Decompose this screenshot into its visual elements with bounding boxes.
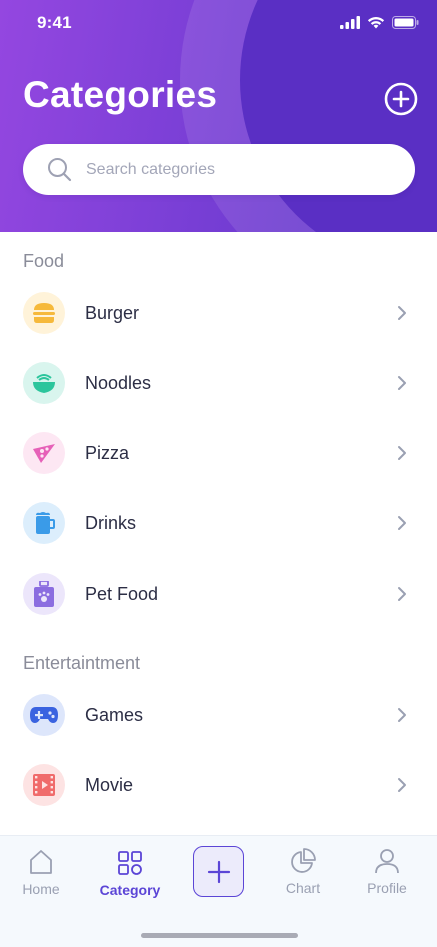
category-item-pizza[interactable]: Pizza	[0, 423, 437, 483]
battery-icon	[392, 16, 419, 29]
category-item-noodles[interactable]: Noodles	[0, 353, 437, 413]
tab-label: Category	[99, 882, 161, 898]
category-label: Movie	[85, 774, 134, 795]
category-label: Noodles	[85, 372, 152, 393]
category-label: Pizza	[85, 442, 130, 463]
burger-icon	[33, 303, 55, 323]
header: 9:41 Categories	[0, 0, 437, 232]
pizza-icon	[33, 444, 55, 463]
drink-icon	[36, 512, 55, 534]
category-item-movie[interactable]: Movie	[0, 755, 437, 815]
category-label: Games	[85, 704, 144, 725]
noodles-icon	[33, 374, 55, 393]
add-transaction-button[interactable]	[193, 846, 244, 897]
add-category-icon[interactable]	[384, 82, 418, 116]
category-label: Drinks	[85, 512, 137, 533]
category-icon-bg	[23, 362, 65, 404]
status-time: 9:41	[37, 13, 72, 32]
pie-chart-icon	[291, 848, 316, 873]
tab-label: Home	[22, 881, 60, 897]
section-label-food: Food	[23, 251, 65, 271]
category-label: Burger	[85, 302, 140, 323]
chevron-right-icon	[398, 376, 406, 390]
user-icon	[375, 849, 399, 874]
plus-icon	[207, 860, 230, 883]
chevron-right-icon	[398, 778, 406, 792]
category-item-drinks[interactable]: Drinks	[0, 493, 437, 553]
tab-home[interactable]: Home	[1, 849, 81, 897]
tab-label: Chart	[285, 880, 321, 896]
category-icon-bg	[23, 573, 65, 615]
chevron-right-icon	[398, 306, 406, 320]
signal-icon	[340, 16, 360, 29]
tab-label: Profile	[367, 880, 407, 896]
tab-category[interactable]: Category	[90, 850, 170, 898]
category-icon-bg	[23, 292, 65, 334]
category-grid-icon	[118, 851, 142, 875]
chevron-right-icon	[398, 446, 406, 460]
chevron-right-icon	[398, 708, 406, 722]
wifi-icon	[367, 17, 385, 29]
chevron-right-icon	[398, 587, 406, 601]
gamepad-icon	[30, 707, 58, 723]
search-icon	[48, 158, 72, 182]
category-icon-bg	[23, 502, 65, 544]
tab-chart[interactable]: Chart	[263, 848, 343, 896]
tab-bar: Home Category Chart Profile	[0, 835, 437, 947]
page-title: Categories	[23, 74, 218, 115]
pet-food-icon	[34, 581, 54, 607]
category-label: Pet Food	[85, 583, 159, 604]
chevron-right-icon	[398, 516, 406, 530]
tab-profile[interactable]: Profile	[347, 848, 427, 896]
category-item-burger[interactable]: Burger	[0, 283, 437, 343]
category-item-games[interactable]: Games	[0, 685, 437, 745]
section-label-entertainment: Entertaintment	[23, 653, 141, 673]
search-input[interactable]	[86, 160, 386, 179]
category-item-pet-food[interactable]: Pet Food	[0, 564, 437, 624]
film-icon	[33, 774, 55, 796]
home-indicator	[141, 933, 298, 938]
category-icon-bg	[23, 432, 65, 474]
search-bar[interactable]	[23, 144, 415, 195]
home-icon	[30, 850, 52, 874]
category-icon-bg	[23, 764, 65, 806]
category-icon-bg	[23, 694, 65, 736]
status-icons	[340, 16, 419, 29]
